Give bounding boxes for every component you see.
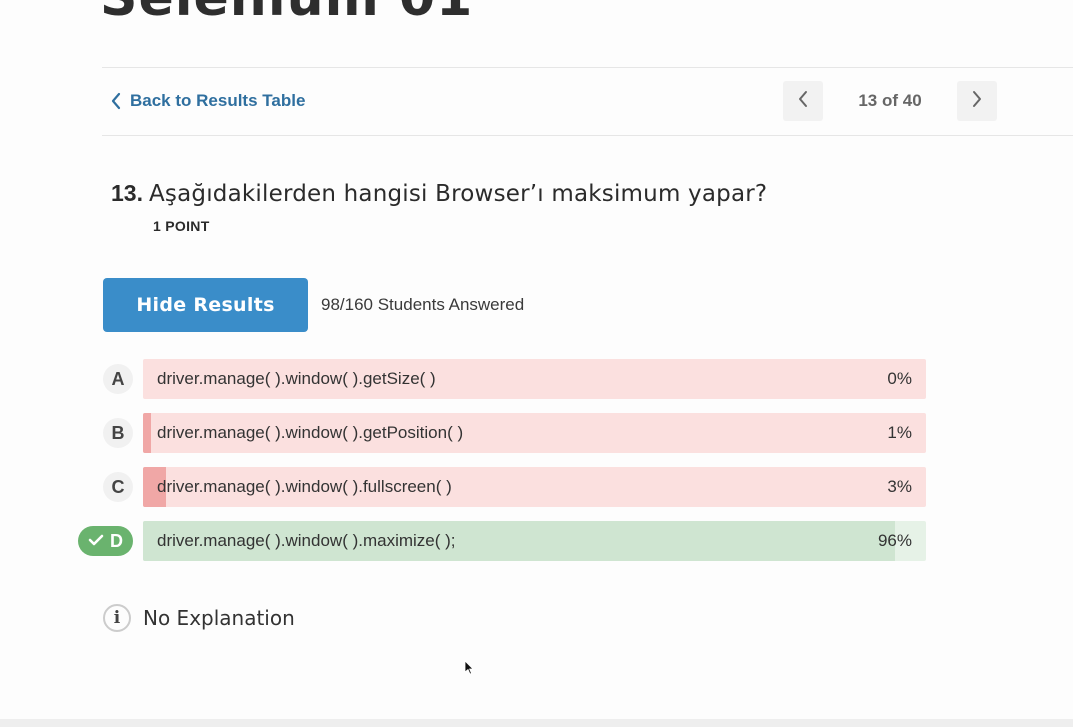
option-letter: B <box>111 422 125 443</box>
checkmark-icon <box>88 531 104 552</box>
page-title: Selenium 01 <box>100 0 473 28</box>
explanation-section: i No Explanation <box>103 604 295 632</box>
question-counter: 13 of 40 <box>858 91 922 110</box>
hide-results-button[interactable]: Hide Results <box>103 278 308 332</box>
explanation-text: No Explanation <box>143 606 295 630</box>
question-points: 1 POINT <box>153 218 210 234</box>
next-question-button[interactable] <box>957 81 997 121</box>
option-letter-badge: B <box>103 418 133 448</box>
option-letter-badge: A <box>103 364 133 394</box>
option-percentage: 1% <box>887 423 912 442</box>
option-result-bar: driver.manage( ).window( ).getPosition( … <box>143 413 926 453</box>
question-number: 13. <box>111 180 143 206</box>
option-text: driver.manage( ).window( ).fullscreen( ) <box>157 477 452 496</box>
option-percentage: 0% <box>887 369 912 388</box>
answer-option: B driver.manage( ).window( ).getPosition… <box>78 413 926 453</box>
option-text: driver.manage( ).window( ).getSize( ) <box>157 369 436 388</box>
bottom-divider <box>0 719 1073 727</box>
answer-option: A driver.manage( ).window( ).getSize( ) … <box>78 359 926 399</box>
mouse-cursor-icon <box>464 660 474 681</box>
info-icon: i <box>103 604 131 632</box>
previous-question-button[interactable] <box>783 81 823 121</box>
question-header: 13. Aşağıdakilerden hangisi Browser’ı ma… <box>111 180 767 207</box>
option-percentage: 96% <box>877 531 912 550</box>
option-result-bar: driver.manage( ).window( ).getSize( ) 0% <box>143 359 926 399</box>
students-answered-count: 98/160 Students Answered <box>321 295 525 314</box>
answer-options-list: A driver.manage( ).window( ).getSize( ) … <box>78 359 926 575</box>
chevron-left-icon <box>110 92 122 110</box>
question-navigation-bar: Back to Results Table 13 of 40 <box>102 67 1073 136</box>
question-text: Aşağıdakilerden hangisi Browser’ı maksim… <box>149 181 768 207</box>
option-letter: C <box>111 476 125 497</box>
option-percentage: 3% <box>887 477 912 496</box>
option-letter: D <box>110 530 123 551</box>
back-link-label: Back to Results Table <box>130 91 306 110</box>
option-letter-badge: C <box>103 472 133 502</box>
answer-option-correct: D driver.manage( ).window( ).maximize( )… <box>78 521 926 561</box>
option-text: driver.manage( ).window( ).getPosition( … <box>157 423 464 442</box>
option-text: driver.manage( ).window( ).maximize( ); <box>157 531 456 550</box>
answer-option: C driver.manage( ).window( ).fullscreen(… <box>78 467 926 507</box>
correct-answer-badge: D <box>78 526 133 556</box>
chevron-right-icon <box>971 90 983 113</box>
option-letter: A <box>111 368 125 389</box>
option-percentage-fill <box>143 413 151 453</box>
back-to-results-link[interactable]: Back to Results Table <box>110 88 305 114</box>
option-result-bar: driver.manage( ).window( ).fullscreen( )… <box>143 467 926 507</box>
option-result-bar: driver.manage( ).window( ).maximize( ); … <box>143 521 926 561</box>
question-pager: 13 of 40 <box>783 80 997 122</box>
chevron-left-icon <box>797 90 809 113</box>
